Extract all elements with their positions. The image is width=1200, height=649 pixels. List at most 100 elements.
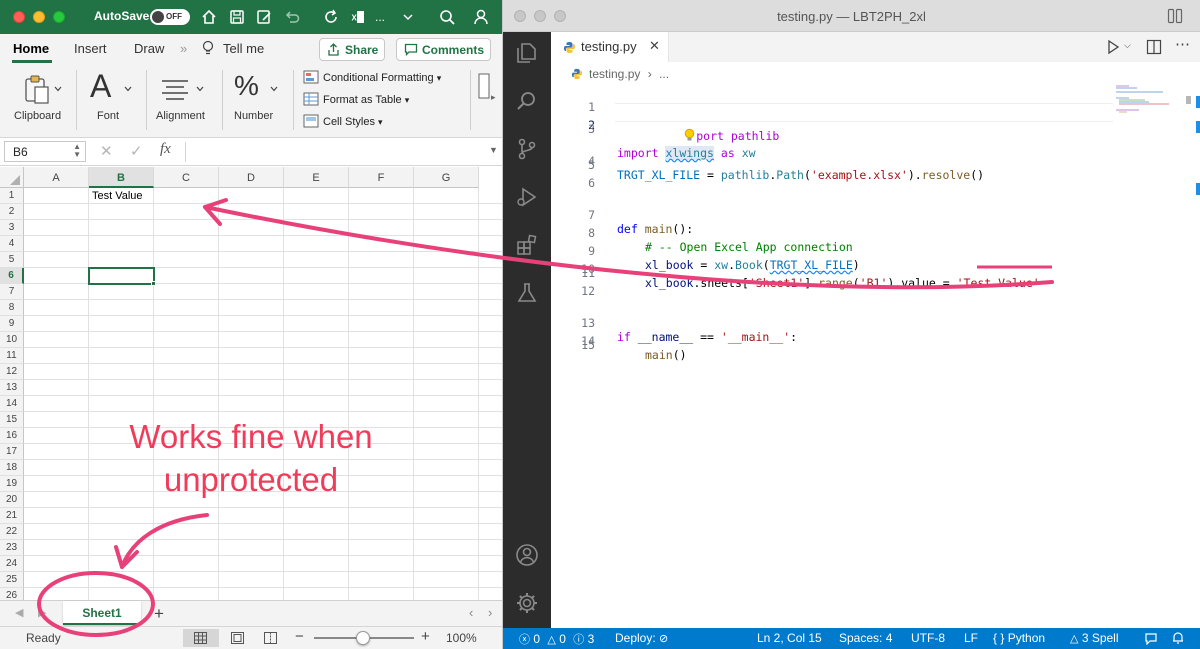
number-group[interactable]: % Number — [228, 68, 288, 134]
row-header-26[interactable]: 26 — [0, 588, 24, 600]
comments-button[interactable]: Comments — [396, 38, 491, 61]
share-button[interactable]: Share — [319, 38, 385, 61]
row-header-1[interactable]: 1 — [0, 188, 24, 204]
cell-styles-button[interactable]: Cell Styles ▾ — [303, 114, 383, 128]
explorer-icon[interactable] — [515, 41, 539, 65]
problems-status[interactable]: ⓧ 0 △ 0 ⓘ 3 — [519, 631, 594, 647]
sheet-tab-sheet1[interactable]: Sheet1 — [63, 601, 141, 625]
breadcrumb-file[interactable]: testing.py — [589, 67, 640, 81]
prev-sheet-icon[interactable]: ◀ — [15, 606, 23, 619]
zoom-in-button[interactable]: + — [421, 628, 430, 645]
row-header-9[interactable]: 9 — [0, 316, 24, 332]
extensions-icon[interactable] — [515, 233, 539, 257]
formula-input[interactable] — [185, 142, 485, 162]
tab-home[interactable]: Home — [13, 41, 49, 56]
row-header-23[interactable]: 23 — [0, 540, 24, 556]
close-tab-icon[interactable]: ✕ — [649, 38, 660, 54]
indentation-status[interactable]: Spaces: 4 — [839, 631, 892, 645]
column-header-e[interactable]: E — [284, 167, 349, 188]
search-icon[interactable] — [515, 89, 539, 113]
cells-icon[interactable] — [478, 72, 490, 100]
tab-draw[interactable]: Draw — [134, 41, 164, 56]
zoom-level[interactable]: 100% — [446, 631, 477, 645]
selected-cell[interactable] — [88, 267, 155, 285]
tab-insert[interactable]: Insert — [74, 41, 107, 56]
row-header-8[interactable]: 8 — [0, 300, 24, 316]
row-header-6[interactable]: 6 — [0, 268, 24, 284]
row-header-3[interactable]: 3 — [0, 220, 24, 236]
row-header-7[interactable]: 7 — [0, 284, 24, 300]
row-header-20[interactable]: 20 — [0, 492, 24, 508]
search-icon[interactable] — [438, 8, 456, 26]
sheet-scroll-right-icon[interactable]: › — [488, 605, 492, 620]
tell-me-search[interactable]: Tell me — [223, 41, 264, 56]
column-header-b[interactable]: B — [89, 167, 154, 188]
row-header-14[interactable]: 14 — [0, 396, 24, 412]
row-header-5[interactable]: 5 — [0, 252, 24, 268]
save-icon[interactable] — [228, 8, 246, 26]
breadcrumb-more[interactable]: ... — [659, 67, 669, 81]
row-header-4[interactable]: 4 — [0, 236, 24, 252]
row-header-15[interactable]: 15 — [0, 412, 24, 428]
normal-view-button[interactable] — [183, 629, 219, 647]
expand-formula-icon[interactable]: ▼ — [489, 145, 498, 155]
next-sheet-icon[interactable]: ▶ — [38, 606, 46, 619]
cursor-position[interactable]: Ln 2, Col 15 — [757, 631, 822, 645]
row-header-19[interactable]: 19 — [0, 476, 24, 492]
encoding-status[interactable]: UTF-8 — [911, 631, 945, 645]
run-debug-icon[interactable] — [515, 185, 539, 209]
run-file-icon[interactable] — [1106, 39, 1120, 55]
chevron-down-icon[interactable] — [399, 8, 417, 26]
page-break-icon[interactable] — [264, 632, 277, 644]
row-header-12[interactable]: 12 — [0, 364, 24, 380]
fill-handle[interactable] — [151, 281, 156, 286]
row-header-13[interactable]: 13 — [0, 380, 24, 396]
tab-testing-py[interactable]: testing.py ✕ — [551, 32, 669, 62]
row-header-18[interactable]: 18 — [0, 460, 24, 476]
cancel-icon[interactable]: ✕ — [100, 142, 113, 160]
row-header-24[interactable]: 24 — [0, 556, 24, 572]
confirm-icon[interactable]: ✓ — [130, 142, 143, 160]
cell-b1[interactable]: Test Value — [92, 190, 143, 202]
column-header-f[interactable]: F — [349, 167, 414, 188]
row-header-22[interactable]: 22 — [0, 524, 24, 540]
eol-status[interactable]: LF — [964, 631, 978, 645]
deploy-status[interactable]: Deploy: ⊘ — [615, 631, 668, 645]
format-as-table-button[interactable]: Format as Table ▾ — [303, 92, 409, 106]
row-header-21[interactable]: 21 — [0, 508, 24, 524]
name-box[interactable]: B6 ▲ ▼ — [4, 141, 86, 162]
language-status[interactable]: { } Python — [993, 631, 1045, 645]
spell-status[interactable]: △ 3 Spell — [1070, 631, 1119, 645]
source-control-icon[interactable] — [515, 137, 539, 161]
row-header-17[interactable]: 17 — [0, 444, 24, 460]
testing-icon[interactable] — [515, 281, 539, 305]
conditional-formatting-button[interactable]: Conditional Formatting ▾ — [303, 70, 441, 84]
more-actions-icon[interactable]: ⋯ — [1175, 35, 1191, 53]
column-header-a[interactable]: A — [24, 167, 89, 188]
font-group[interactable]: A Font — [82, 68, 140, 134]
notifications-bell-icon[interactable] — [1171, 631, 1185, 645]
zoom-out-button[interactable]: − — [295, 628, 304, 645]
column-header-g[interactable]: G — [414, 167, 479, 188]
row-header-11[interactable]: 11 — [0, 348, 24, 364]
account-icon[interactable] — [472, 8, 490, 26]
column-header-d[interactable]: D — [219, 167, 284, 188]
ribbon-scroll-icon[interactable]: ▸ — [491, 92, 496, 103]
zoom-slider-knob[interactable] — [356, 631, 370, 645]
layout-icon[interactable] — [1167, 8, 1183, 24]
spreadsheet-grid[interactable]: A B C D E F G 1 2 3 4 5 6 7 8 9 10 11 12 13 14 15 16 17 18 19 20 21… — [0, 167, 502, 600]
autosave-toggle[interactable]: OFF — [150, 9, 190, 25]
column-header-c[interactable]: C — [154, 167, 219, 188]
zoom-window-button[interactable] — [53, 11, 65, 23]
page-layout-icon[interactable] — [231, 632, 244, 644]
run-options-icon[interactable]: ⌵ — [1124, 40, 1131, 51]
undo-icon[interactable] — [283, 8, 301, 26]
sheet-scroll-left-icon[interactable]: ‹ — [469, 605, 473, 620]
row-header-25[interactable]: 25 — [0, 572, 24, 588]
redo-icon[interactable] — [322, 8, 340, 26]
split-editor-icon[interactable] — [1146, 39, 1162, 55]
minimap[interactable] — [1115, 85, 1179, 125]
edit-icon[interactable] — [255, 8, 273, 26]
clipboard-group[interactable]: Clipboard — [8, 68, 68, 134]
select-all-corner[interactable] — [0, 167, 24, 188]
